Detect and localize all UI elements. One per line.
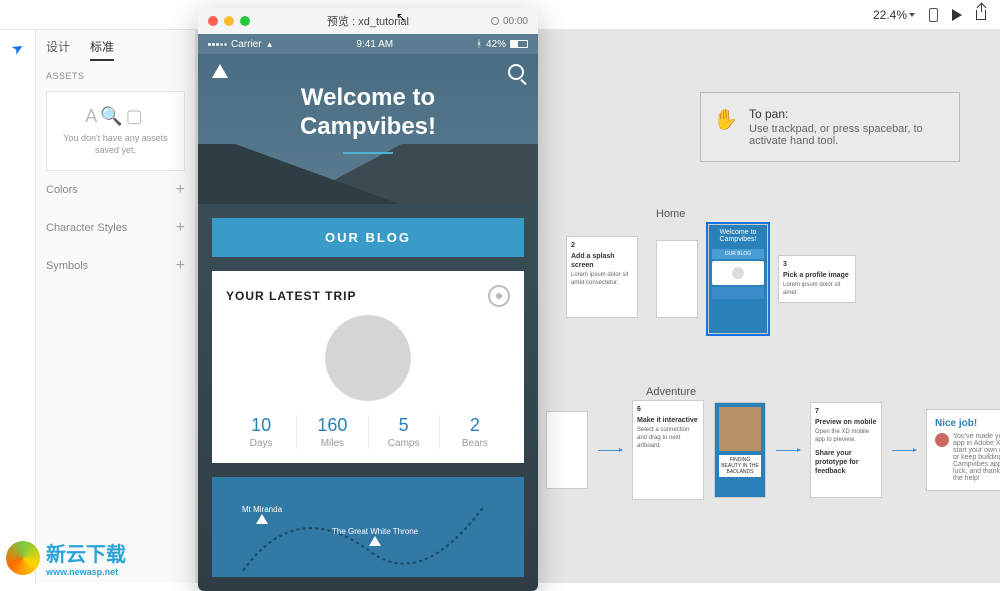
target-icon[interactable] [488, 285, 510, 307]
artboard-adventure-blank[interactable] [546, 411, 588, 489]
assets-row-colors[interactable]: Colors+ [46, 171, 185, 209]
assets-row-symbols[interactable]: Symbols+ [46, 247, 185, 285]
tutorial-card-3[interactable]: 3 Pick a profile image Lorem ipsum dolor… [778, 255, 856, 303]
phone-time: 9:41 AM [356, 39, 393, 50]
artboard-blank[interactable] [656, 240, 698, 318]
latest-trip-card: YOUR LATEST TRIP 10Days 160Miles 5Camps … [212, 271, 524, 463]
search-icon[interactable] [508, 64, 524, 80]
campvibes-logo-icon[interactable] [212, 64, 228, 83]
assets-empty-state: A🔍▢ You don't have any assets saved yet. [46, 91, 185, 171]
battery-icon [510, 40, 528, 48]
tool-rail: ➤ [0, 30, 36, 583]
stat-days: 10Days [226, 415, 297, 449]
trip-avatar-placeholder[interactable] [325, 315, 411, 401]
record-icon [491, 17, 499, 25]
watermark-logo-icon [6, 541, 40, 575]
cursor-icon: ↖ [396, 10, 406, 24]
assets-row-charstyles[interactable]: Character Styles+ [46, 209, 185, 247]
assets-label: ASSETS [46, 71, 185, 81]
close-icon[interactable] [208, 16, 218, 26]
preview-titlebar[interactable]: 预览 : xd_tutorial ↖ 00:00 [198, 8, 538, 34]
assets-panel: 设计 标准 ASSETS A🔍▢ You don't have any asse… [36, 30, 196, 583]
hero-underline [343, 152, 393, 154]
nice-job-card[interactable]: Nice job! You've made your first app in … [926, 409, 1000, 491]
avatar [935, 433, 949, 447]
chevron-down-icon [909, 13, 915, 17]
trip-title: YOUR LATEST TRIP [226, 289, 356, 303]
section-label-adventure: Adventure [646, 386, 696, 398]
assets-placeholder-icons: A🔍▢ [55, 106, 176, 127]
assets-empty-message: You don't have any assets saved yet. [55, 133, 176, 156]
flow-connector [598, 450, 622, 451]
minimize-icon[interactable] [224, 16, 234, 26]
trip-map[interactable]: Mt Miranda The Great White Throne [212, 477, 524, 577]
stat-camps: 5Camps [369, 415, 440, 449]
share-icon[interactable] [976, 10, 986, 20]
phone-statusbar: Carrier 9:41 AM ᚼ 42% [198, 34, 538, 54]
stat-miles: 160Miles [297, 415, 368, 449]
hero: Welcome to Campvibes! [198, 54, 538, 204]
tab-prototype[interactable]: 标准 [90, 38, 114, 61]
wifi-icon [266, 39, 274, 50]
artboard-photo[interactable]: FINDING BEAUTY IN THE BADLANDS [714, 402, 766, 498]
fullscreen-icon[interactable] [240, 16, 250, 26]
tutorial-card-2[interactable]: 2 Add a splash screen Lorem ipsum dolor … [566, 236, 638, 318]
record-indicator[interactable]: 00:00 [491, 16, 528, 27]
signal-icon [208, 43, 227, 46]
plus-icon[interactable]: + [176, 181, 185, 199]
pan-tip: ✋ To pan: Use trackpad, or press spaceba… [700, 92, 960, 162]
our-blog-button[interactable]: OUR BLOG [212, 218, 524, 257]
tab-design[interactable]: 设计 [46, 38, 70, 61]
artboard-home[interactable]: Welcome to Campvibes! OUR BLOG [708, 224, 768, 334]
tutorial-card-6[interactable]: 6 Make it interactive Select a connectio… [632, 400, 704, 500]
flow-connector [776, 450, 800, 451]
select-tool-icon[interactable]: ➤ [8, 38, 27, 59]
map-marker-icon [369, 536, 381, 546]
preview-window[interactable]: 预览 : xd_tutorial ↖ 00:00 Carrier 9:41 AM… [198, 8, 538, 591]
plus-icon[interactable]: + [176, 219, 185, 237]
section-label-home: Home [656, 208, 856, 220]
plus-icon[interactable]: + [176, 257, 185, 275]
hero-title: Welcome to Campvibes! [198, 84, 538, 142]
stat-bears: 2Bears [440, 415, 510, 449]
flow-connector [892, 450, 916, 451]
tutorial-card-7[interactable]: 7 Preview on mobile Open the XD mobile a… [810, 402, 882, 498]
zoom-dropdown[interactable]: 22.4% [873, 8, 915, 22]
map-marker-icon [256, 514, 268, 524]
mobile-preview-icon[interactable] [929, 8, 938, 22]
hand-icon: ✋ [713, 107, 738, 132]
watermark: 新云下载 www.newasp.net [6, 538, 126, 577]
play-icon[interactable] [952, 9, 962, 21]
bluetooth-icon: ᚼ [476, 39, 482, 50]
